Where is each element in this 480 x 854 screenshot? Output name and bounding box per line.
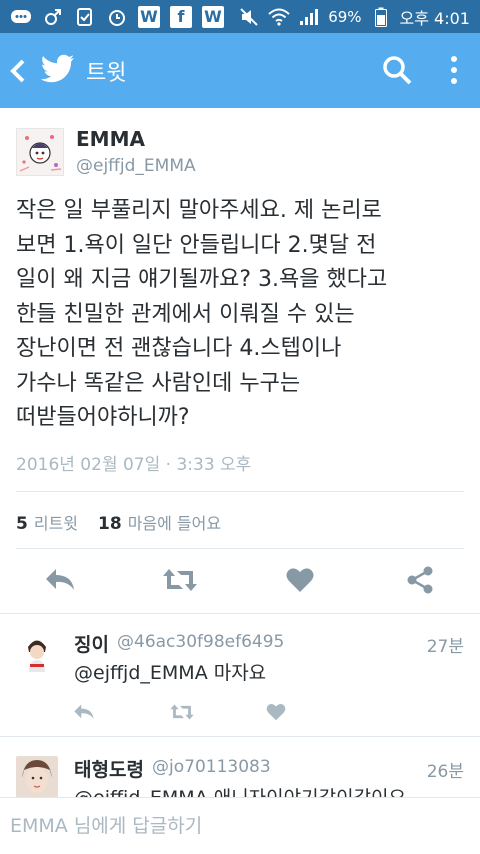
wordpress-icon: W bbox=[138, 5, 160, 28]
male-icon bbox=[42, 7, 64, 27]
reply-text: @ejffjd_EMMA 애니자이야기같이같이요 bbox=[74, 783, 406, 797]
heart-icon bbox=[266, 703, 286, 721]
retweet-icon bbox=[163, 569, 197, 591]
more-options-icon[interactable] bbox=[448, 55, 460, 85]
back-arrow-icon[interactable] bbox=[8, 57, 28, 85]
search-icon[interactable] bbox=[382, 55, 412, 85]
retweet-button[interactable] bbox=[168, 700, 196, 724]
reply-item[interactable]: 징이 @46ac30f98ef6495 27분 @ejffjd_EMMA 마자요 bbox=[0, 614, 480, 734]
like-label[interactable]: 마음에 들어요 bbox=[128, 510, 221, 534]
chat-notification-icon bbox=[10, 7, 32, 27]
reply-button[interactable] bbox=[40, 560, 80, 600]
author-name[interactable]: EMMA bbox=[76, 127, 145, 151]
reply-author-name[interactable]: 징이 bbox=[74, 630, 109, 657]
tweet-actions bbox=[0, 560, 480, 604]
signal-icon bbox=[298, 7, 320, 27]
heart-icon bbox=[286, 568, 314, 592]
retweet-label[interactable]: 리트윗 bbox=[34, 510, 78, 534]
wifi-icon bbox=[268, 7, 290, 27]
like-count: 18 bbox=[98, 514, 122, 534]
share-button[interactable] bbox=[400, 560, 440, 600]
reply-text: @ejffjd_EMMA 마자요 bbox=[74, 662, 267, 684]
reply-button[interactable] bbox=[70, 700, 98, 724]
status-bar: W f W 69% 오후 4:01 bbox=[0, 0, 480, 33]
divider bbox=[16, 491, 464, 492]
avatar[interactable] bbox=[16, 756, 58, 797]
retweet-icon bbox=[170, 704, 194, 720]
retweet-button[interactable] bbox=[160, 560, 200, 600]
tweet-text: 작은 일 부풀리지 말아주세요. 제 논리로 보면 1.욕이 일단 안들립니다 … bbox=[16, 198, 388, 430]
reply-author-name[interactable]: 태형도령 bbox=[74, 755, 144, 782]
facebook-icon: f bbox=[170, 5, 192, 28]
app-bar: 트윗 bbox=[0, 33, 480, 108]
reply-item[interactable]: 태형도령 @jo70113083 26분 @ejffjd_EMMA 애니자이야기… bbox=[0, 737, 480, 797]
reply-compose-bar bbox=[0, 797, 480, 854]
reply-icon bbox=[74, 704, 94, 719]
clipboard-check-icon bbox=[74, 7, 96, 27]
wordpress-icon-2: W bbox=[202, 5, 224, 28]
share-icon bbox=[407, 566, 433, 594]
reply-icon bbox=[46, 569, 74, 590]
like-button[interactable] bbox=[280, 560, 320, 600]
divider bbox=[16, 548, 464, 549]
tweet-timestamp: 2016년 02월 07일 · 3:33 오후 bbox=[16, 455, 252, 475]
like-button[interactable] bbox=[262, 700, 290, 724]
retweet-count: 5 bbox=[16, 514, 28, 534]
mute-icon bbox=[238, 7, 260, 27]
avatar[interactable] bbox=[16, 128, 64, 176]
avatar[interactable] bbox=[16, 632, 58, 674]
clock: 오후 4:01 bbox=[399, 8, 470, 28]
battery-icon bbox=[370, 7, 392, 27]
reply-time: 27분 bbox=[426, 637, 464, 657]
alarm-icon bbox=[106, 7, 128, 27]
tweet-stats: 5 리트윗 18 마음에 들어요 bbox=[16, 510, 221, 534]
reply-author-handle[interactable]: @jo70113083 bbox=[152, 757, 271, 777]
page-title: 트윗 bbox=[86, 61, 127, 86]
reply-time: 26분 bbox=[426, 762, 464, 782]
author-handle[interactable]: @ejffjd_EMMA bbox=[76, 156, 196, 176]
battery-percent: 69% bbox=[328, 7, 362, 26]
reply-input[interactable] bbox=[8, 808, 472, 844]
twitter-bird-icon bbox=[40, 54, 74, 83]
reply-author-handle[interactable]: @46ac30f98ef6495 bbox=[117, 632, 284, 652]
